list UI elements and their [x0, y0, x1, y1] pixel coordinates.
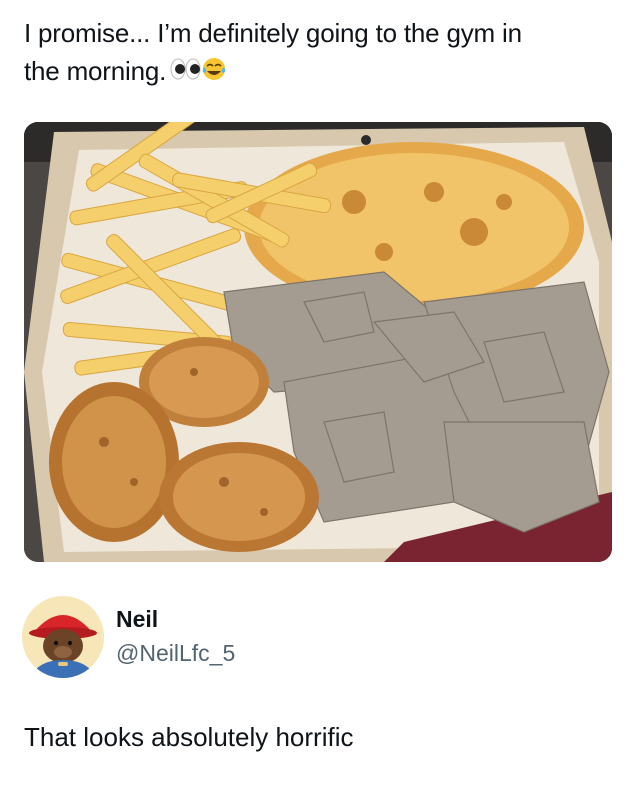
author-handle[interactable]: @NeilLfc_5 — [116, 640, 235, 667]
reply-author: Neil @NeilLfc_5 — [22, 596, 612, 682]
caption-line-2: the morning. — [24, 52, 624, 93]
reply-text: That looks absolutely horrific — [24, 722, 354, 752]
post-photo[interactable] — [24, 122, 612, 562]
post-caption: I promise... I’m definitely going to the… — [24, 14, 624, 93]
author-name[interactable]: Neil — [116, 606, 158, 633]
caption-line-1: I promise... I’m definitely going to the… — [24, 18, 522, 48]
eyes-emoji-icon — [170, 55, 226, 93]
tears-of-joy-emoji-icon — [202, 58, 226, 80]
caption-line-2-text: the morning. — [24, 56, 167, 86]
bear-with-red-hat-avatar-icon[interactable] — [22, 596, 104, 678]
